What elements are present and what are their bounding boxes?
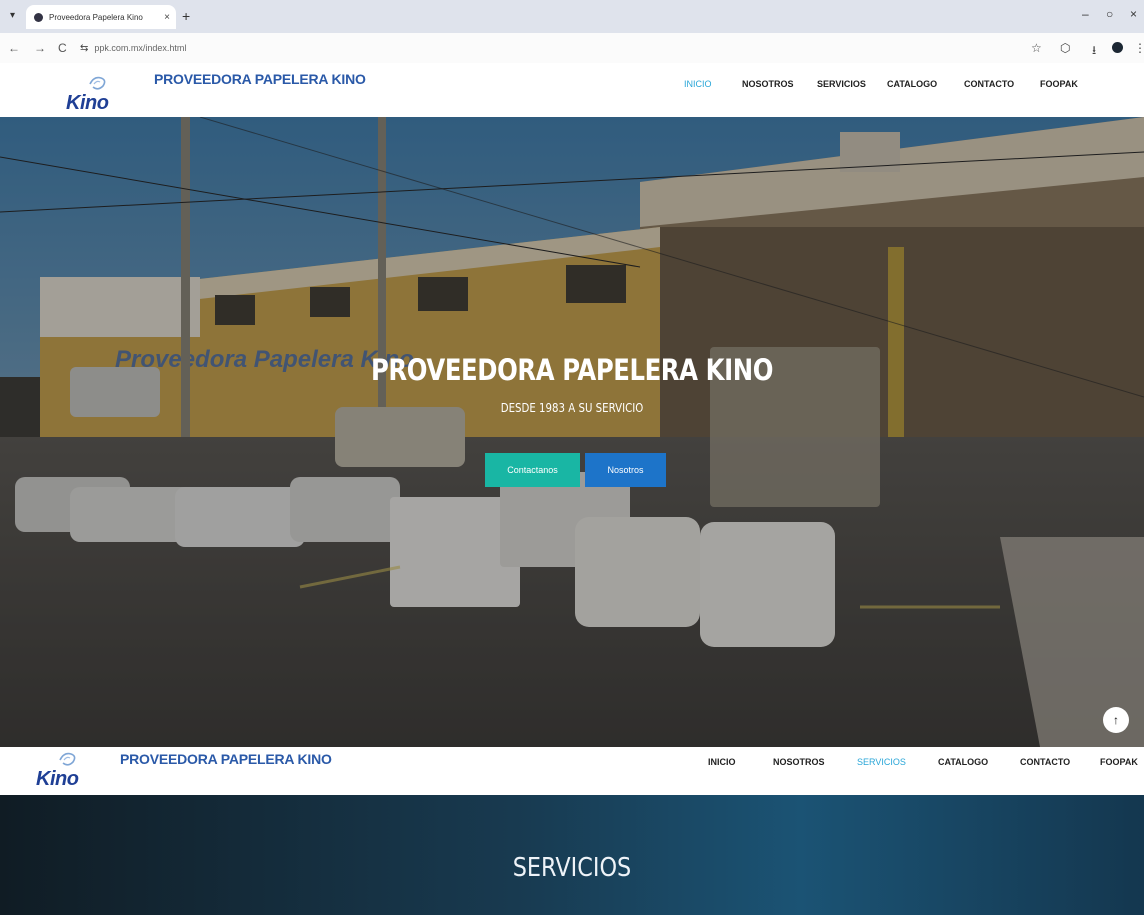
- services-title: SERVICIOS: [512, 853, 632, 883]
- favicon-icon: [34, 12, 43, 22]
- forward-icon[interactable]: →: [34, 41, 46, 55]
- url-text[interactable]: ppk.com.mx/index.html: [94, 43, 186, 53]
- extensions-icon[interactable]: ⬡: [1060, 41, 1070, 55]
- download-icon[interactable]: ⭳: [1092, 41, 1096, 62]
- address-bar-row: ← → C ⇆ ppk.com.mx/index.html ☆ ⬡ ⭳ ⋮: [0, 33, 1144, 63]
- nav-inicio[interactable]: INICIO: [708, 757, 736, 767]
- profile-avatar[interactable]: [1112, 42, 1123, 56]
- new-tab-button[interactable]: +: [182, 8, 190, 24]
- nav-servicios[interactable]: SERVICIOS: [817, 79, 866, 89]
- kino-logo-sticky[interactable]: Kino: [36, 751, 98, 791]
- nav-nosotros[interactable]: NOSOTROS: [742, 79, 794, 89]
- url-field[interactable]: ⇆ ppk.com.mx/index.html: [80, 39, 1020, 57]
- services-banner: SERVICIOS: [0, 795, 1144, 915]
- maximize-icon[interactable]: ○: [1106, 7, 1113, 21]
- logo-swirl-icon: [89, 76, 106, 90]
- brand-name-sticky[interactable]: PROVEEDORA PAPELERA KINO: [120, 751, 332, 767]
- tab-title: Proveedora Papelera Kino: [49, 12, 143, 22]
- nav-contacto[interactable]: CONTACTO: [964, 79, 1014, 89]
- nav-foopak[interactable]: FOOPAK: [1100, 757, 1138, 767]
- hero-dark-overlay: [0, 117, 1144, 747]
- hero-section: Proveedora Papelera Kino PROVEEDORA PAPE…: [0, 117, 1144, 747]
- back-to-top-button[interactable]: ↑: [1103, 707, 1129, 733]
- sticky-site-header: Kino PROVEEDORA PAPELERA KINO INICIO NOS…: [0, 747, 1144, 795]
- arrow-up-icon: ↑: [1113, 713, 1119, 727]
- logo-text: Kino: [66, 92, 109, 114]
- contactanos-button[interactable]: Contactanos: [485, 453, 580, 487]
- hero-subtitle: DESDE 1983 A SU SERVICIO: [500, 401, 644, 415]
- browser-menu-icon[interactable]: ⋮: [1134, 41, 1144, 55]
- nav-contacto[interactable]: CONTACTO: [1020, 757, 1070, 767]
- hero-title: PROVEEDORA PAPELERA KINO: [370, 353, 773, 387]
- nav-inicio[interactable]: INICIO: [684, 79, 712, 89]
- minimize-icon[interactable]: –: [1082, 7, 1089, 21]
- nav-foopak[interactable]: FOOPAK: [1040, 79, 1078, 89]
- tab-search-icon[interactable]: ▾: [10, 10, 15, 21]
- reload-icon[interactable]: C: [58, 41, 67, 55]
- bookmark-star-icon[interactable]: ☆: [1031, 41, 1042, 55]
- nav-nosotros[interactable]: NOSOTROS: [773, 757, 825, 767]
- logo-swirl-icon: [59, 752, 76, 766]
- browser-tab[interactable]: Proveedora Papelera Kino ×: [26, 5, 176, 29]
- nav-servicios[interactable]: SERVICIOS: [857, 757, 906, 767]
- site-info-icon[interactable]: ⇆: [80, 43, 88, 54]
- tab-close-icon[interactable]: ×: [164, 12, 170, 23]
- browser-tab-strip: ▾ Proveedora Papelera Kino × + – ○ ×: [0, 0, 1144, 33]
- brand-name[interactable]: PROVEEDORA PAPELERA KINO: [154, 71, 366, 87]
- back-icon[interactable]: ←: [8, 41, 20, 55]
- kino-logo[interactable]: Kino: [66, 75, 128, 115]
- logo-text: Kino: [36, 768, 79, 790]
- nav-catalogo[interactable]: CATALOGO: [887, 79, 937, 89]
- nav-catalogo[interactable]: CATALOGO: [938, 757, 988, 767]
- site-header: Kino PROVEEDORA PAPELERA KINO INICIO NOS…: [0, 63, 1144, 117]
- nosotros-button[interactable]: Nosotros: [585, 453, 666, 487]
- close-window-icon[interactable]: ×: [1130, 7, 1137, 21]
